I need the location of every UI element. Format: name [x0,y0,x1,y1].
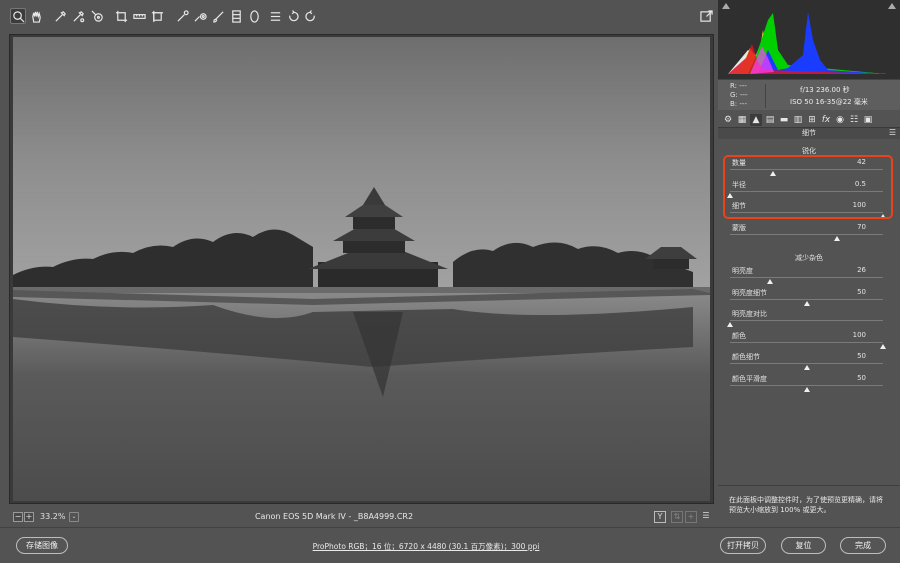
fullscreen-toggle-icon[interactable] [698,8,714,24]
tab-camera-calibration[interactable]: ◉ [834,114,846,126]
iso-lens: ISO 50 16-35@22 毫米 [790,98,868,106]
spot-removal-icon[interactable] [174,8,190,24]
hint-line-1: 在此面板中调整控件时，为了使预览更精确，请将 [729,496,883,504]
graduated-filter-icon[interactable] [228,8,244,24]
panel-title: 细节 [718,128,900,139]
color-sampler-icon[interactable] [70,8,86,24]
tab-split-toning[interactable]: ▬ [778,114,790,126]
done-button[interactable]: 完成 [840,537,886,554]
tab-lens-corrections[interactable]: ▥ [792,114,804,126]
status-bar: − + 33.2% ⌄ Canon EOS 5D Mark IV - _B8A4… [9,509,714,525]
slider-value[interactable]: 26 [836,266,866,274]
info-panel: R: --- G: --- B: --- f/13 236.00 秒 ISO 5… [718,79,900,110]
slider-track[interactable] [730,342,883,343]
transform-icon[interactable] [149,8,165,24]
slider-thumb[interactable] [766,279,773,284]
sharpen-highlight-box [723,155,893,219]
slider-track[interactable] [730,234,883,235]
histogram-graph [728,12,886,74]
preferences-icon[interactable] [267,8,283,24]
slider-label: 颜色平滑度 [732,375,767,383]
slider-value[interactable]: 50 [836,374,866,382]
zoom-icon[interactable] [10,8,26,24]
panel-tabs: ⚙ ▦ ▲ ▤ ▬ ▥ ⊞ fx ◉ ☷ ▣ [718,112,900,128]
before-after-toggle-icon[interactable]: Y [654,511,666,523]
reset-button[interactable]: 复位 [781,537,826,554]
panel-menu-icon[interactable]: ☰ [889,128,896,137]
slider-track[interactable] [730,277,883,278]
file-name: Canon EOS 5D Mark IV - _B8A4999.CR2 [254,512,414,521]
panel-hint: 在此面板中调整控件时，为了使预览更精确，请将 预览大小缩放到 100% 或更大。 [718,485,900,525]
crop-icon[interactable] [113,8,129,24]
slider-thumb[interactable] [803,365,810,370]
swap-settings-icon[interactable]: ⇅ [671,511,683,523]
slider-value[interactable]: 50 [836,288,866,296]
open-copy-button[interactable]: 打开拷贝 [720,537,766,554]
tab-tone-curve[interactable]: ▦ [736,114,748,126]
slider-label: 颜色 [732,332,746,340]
straighten-icon[interactable] [131,8,147,24]
tab-snapshots[interactable]: ▣ [862,114,874,126]
tab-effects[interactable]: fx [820,114,832,126]
slider-value[interactable]: 50 [836,352,866,360]
info-divider [765,84,766,108]
white-balance-icon[interactable] [52,8,68,24]
shadow-clipping-icon[interactable] [722,3,730,9]
slider-thumb[interactable] [803,301,810,306]
toolbar [0,0,718,32]
red-eye-icon[interactable] [192,8,208,24]
slider-label: 明亮度对比 [732,310,767,318]
blue-readout: B: --- [730,100,747,108]
slider-value[interactable]: 100 [836,331,866,339]
photo-preview[interactable] [13,37,710,501]
red-readout: R: --- [730,82,747,90]
slider-label: 蒙版 [732,224,746,232]
slider-track[interactable] [730,299,883,300]
slider-track[interactable] [730,363,883,364]
noise-reduction-title: 减少杂色 [795,254,823,262]
tab-detail[interactable]: ▲ [750,114,762,126]
slider-label: 明亮度细节 [732,289,767,297]
adjustment-brush-icon[interactable] [210,8,226,24]
target-adjustment-icon[interactable] [89,8,105,24]
tab-hsl[interactable]: ▤ [764,114,776,126]
histogram [718,0,900,79]
slider-thumb[interactable] [834,236,841,241]
slider-thumb[interactable] [803,387,810,392]
slider-track[interactable] [730,320,883,321]
highlight-clipping-icon[interactable] [888,3,896,9]
tab-basic[interactable]: ⚙ [722,114,734,126]
slider-thumb[interactable] [880,344,886,349]
rotate-ccw-icon[interactable] [285,8,301,24]
green-readout: G: --- [730,91,748,99]
slider-label: 明亮度 [732,267,753,275]
aperture-shutter: f/13 236.00 秒 [800,86,850,94]
rotate-cw-icon[interactable] [302,8,318,24]
hint-line-2: 预览大小缩放到 100% 或更大。 [729,506,831,514]
footer: 存储图像 ProPhoto RGB；16 位；6720 x 4480 (30.1… [0,527,900,563]
slider-value[interactable]: 70 [836,223,866,231]
radial-filter-icon[interactable] [246,8,262,24]
tab-transform[interactable]: ⊞ [806,114,818,126]
image-preview-frame [9,34,714,504]
slider-label: 颜色细节 [732,353,760,361]
copy-settings-icon[interactable]: + [685,511,697,523]
hand-icon[interactable] [28,8,44,24]
tab-presets[interactable]: ☷ [848,114,860,126]
preview-settings-icon[interactable]: ☰ [700,511,712,523]
slider-thumb[interactable] [727,322,733,327]
slider-track[interactable] [730,385,883,386]
